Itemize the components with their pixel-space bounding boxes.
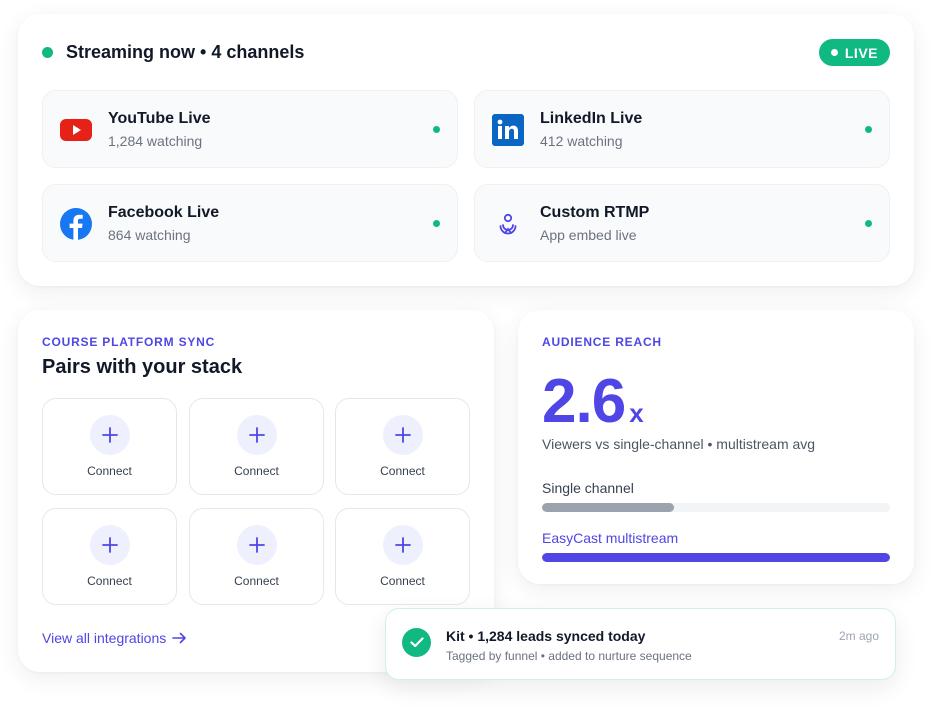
live-status-dot xyxy=(42,47,53,58)
streaming-title: Streaming now • 4 channels xyxy=(66,42,305,62)
bar-track-multistream xyxy=(542,553,890,562)
channel-live-dot xyxy=(433,220,440,227)
plus-icon xyxy=(237,525,277,565)
reach-suffix: x xyxy=(629,398,644,428)
streaming-card: Streaming now • 4 channels LIVE YouTube … xyxy=(18,14,914,286)
audience-eyebrow: AUDIENCE REACH xyxy=(542,335,662,349)
reach-value: 2.6 xyxy=(542,367,626,436)
channel-status: 864 watching xyxy=(108,227,191,243)
channel-status: 1,284 watching xyxy=(108,133,203,149)
toast-title: Kit • 1,284 leads synced today xyxy=(446,628,646,644)
channel-youtube[interactable]: YouTube Live 1,284 watching xyxy=(42,90,458,168)
sync-toast[interactable]: Kit • 1,284 leads synced today Tagged by… xyxy=(385,608,896,680)
rtmp-icon xyxy=(491,207,525,241)
check-icon xyxy=(402,628,431,657)
view-all-integrations-link[interactable]: View all integrations xyxy=(42,630,187,646)
live-badge: LIVE xyxy=(818,39,890,66)
plus-icon xyxy=(90,415,130,455)
view-all-label: View all integrations xyxy=(42,630,167,646)
plus-icon xyxy=(383,415,423,455)
plus-icon xyxy=(90,525,130,565)
bar-label-single: Single channel xyxy=(542,480,634,496)
facebook-icon xyxy=(59,207,93,241)
connect-tile[interactable]: Connect xyxy=(335,398,470,495)
channel-live-dot xyxy=(865,126,872,133)
course-eyebrow: COURSE PLATFORM SYNC xyxy=(42,335,216,349)
live-badge-label: LIVE xyxy=(844,44,878,61)
toast-timestamp: 2m ago xyxy=(838,629,879,643)
connect-tile[interactable]: Connect xyxy=(42,508,177,605)
bar-fill-multistream xyxy=(542,553,890,562)
connect-label: Connect xyxy=(380,574,425,588)
connect-tile[interactable]: Connect xyxy=(335,508,470,605)
reach-multiplier: 2.6 x xyxy=(542,366,644,437)
channel-name: LinkedIn Live xyxy=(540,110,643,127)
course-title: Pairs with your stack xyxy=(42,356,243,378)
linkedin-icon xyxy=(491,113,525,147)
channel-status: 412 watching xyxy=(540,133,623,149)
channel-name: Facebook Live xyxy=(108,204,220,221)
channel-name: Custom RTMP xyxy=(540,204,650,221)
connect-label: Connect xyxy=(87,464,132,478)
connect-label: Connect xyxy=(234,464,279,478)
audience-reach-card: AUDIENCE REACH 2.6 x Viewers vs single-c… xyxy=(518,310,914,584)
youtube-icon xyxy=(59,113,93,147)
toast-subtitle: Tagged by funnel • added to nurture sequ… xyxy=(446,649,692,663)
reach-description: Viewers vs single-channel • multistream … xyxy=(542,436,816,452)
channel-custom-rtmp[interactable]: Custom RTMP App embed live xyxy=(474,184,890,262)
plus-icon xyxy=(237,415,277,455)
plus-icon xyxy=(383,525,423,565)
arrow-right-icon xyxy=(172,632,187,644)
channel-linkedin[interactable]: LinkedIn Live 412 watching xyxy=(474,90,890,168)
bar-label-multistream: EasyCast multistream xyxy=(542,530,679,546)
connect-label: Connect xyxy=(87,574,132,588)
live-badge-dot xyxy=(830,49,838,56)
channel-live-dot xyxy=(865,220,872,227)
channel-status: App embed live xyxy=(540,227,637,243)
connect-label: Connect xyxy=(234,574,279,588)
channel-live-dot xyxy=(433,126,440,133)
streaming-header: Streaming now • 4 channels xyxy=(42,42,304,63)
connect-tile[interactable]: Connect xyxy=(189,508,324,605)
channel-facebook[interactable]: Facebook Live 864 watching xyxy=(42,184,458,262)
channel-name: YouTube Live xyxy=(108,110,211,127)
connect-label: Connect xyxy=(380,464,425,478)
bar-fill-single xyxy=(542,503,675,512)
bar-track-single xyxy=(542,503,890,512)
connect-tile[interactable]: Connect xyxy=(189,398,324,495)
connect-tile[interactable]: Connect xyxy=(42,398,177,495)
